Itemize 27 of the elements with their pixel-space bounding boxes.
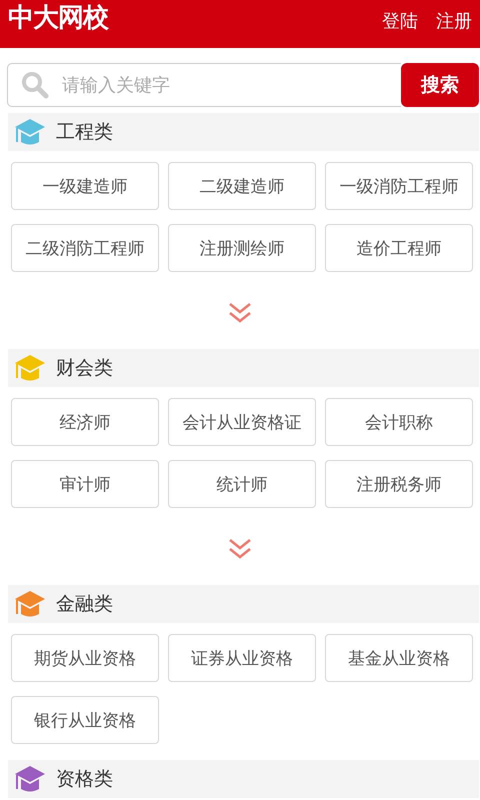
category-item-button[interactable]: 期货从业资格 (11, 634, 159, 682)
category-item-button[interactable]: 经济师 (11, 398, 159, 446)
search-button[interactable]: 搜索 (401, 63, 479, 107)
category-item-button[interactable]: 二级消防工程师 (11, 224, 159, 272)
category-item-button[interactable]: 注册税务师 (325, 460, 473, 508)
category-item-button[interactable]: 银行从业资格 (11, 696, 159, 744)
category-item-button[interactable]: 二级建造师 (168, 162, 316, 210)
category-item-button[interactable]: 会计职称 (325, 398, 473, 446)
category-item-button[interactable]: 统计师 (168, 460, 316, 508)
search-field[interactable]: 请输入关键字 (7, 63, 401, 107)
category-item-button[interactable]: 证券从业资格 (168, 634, 316, 682)
logo-text: 中大网校 (8, 2, 108, 34)
category-title: 金融类 (56, 592, 113, 617)
category-title: 资格类 (56, 767, 113, 792)
category-item-button[interactable]: 注册测绘师 (168, 224, 316, 272)
category-item-button[interactable]: 一级消防工程师 (325, 162, 473, 210)
category-item-button[interactable]: 一级建造师 (11, 162, 159, 210)
expand-chevron-icon[interactable] (228, 302, 252, 324)
category-title: 财会类 (56, 356, 113, 381)
category-item-button[interactable]: 审计师 (11, 460, 159, 508)
category-item-button[interactable]: 造价工程师 (325, 224, 473, 272)
expand-chevron-icon[interactable] (228, 538, 252, 560)
header-link[interactable]: 注册 (436, 9, 472, 33)
category-item-button[interactable]: 会计从业资格证 (168, 398, 316, 446)
category-item-button[interactable]: 基金从业资格 (325, 634, 473, 682)
category-title: 工程类 (56, 120, 113, 145)
header-link[interactable]: 登陆 (382, 9, 418, 33)
